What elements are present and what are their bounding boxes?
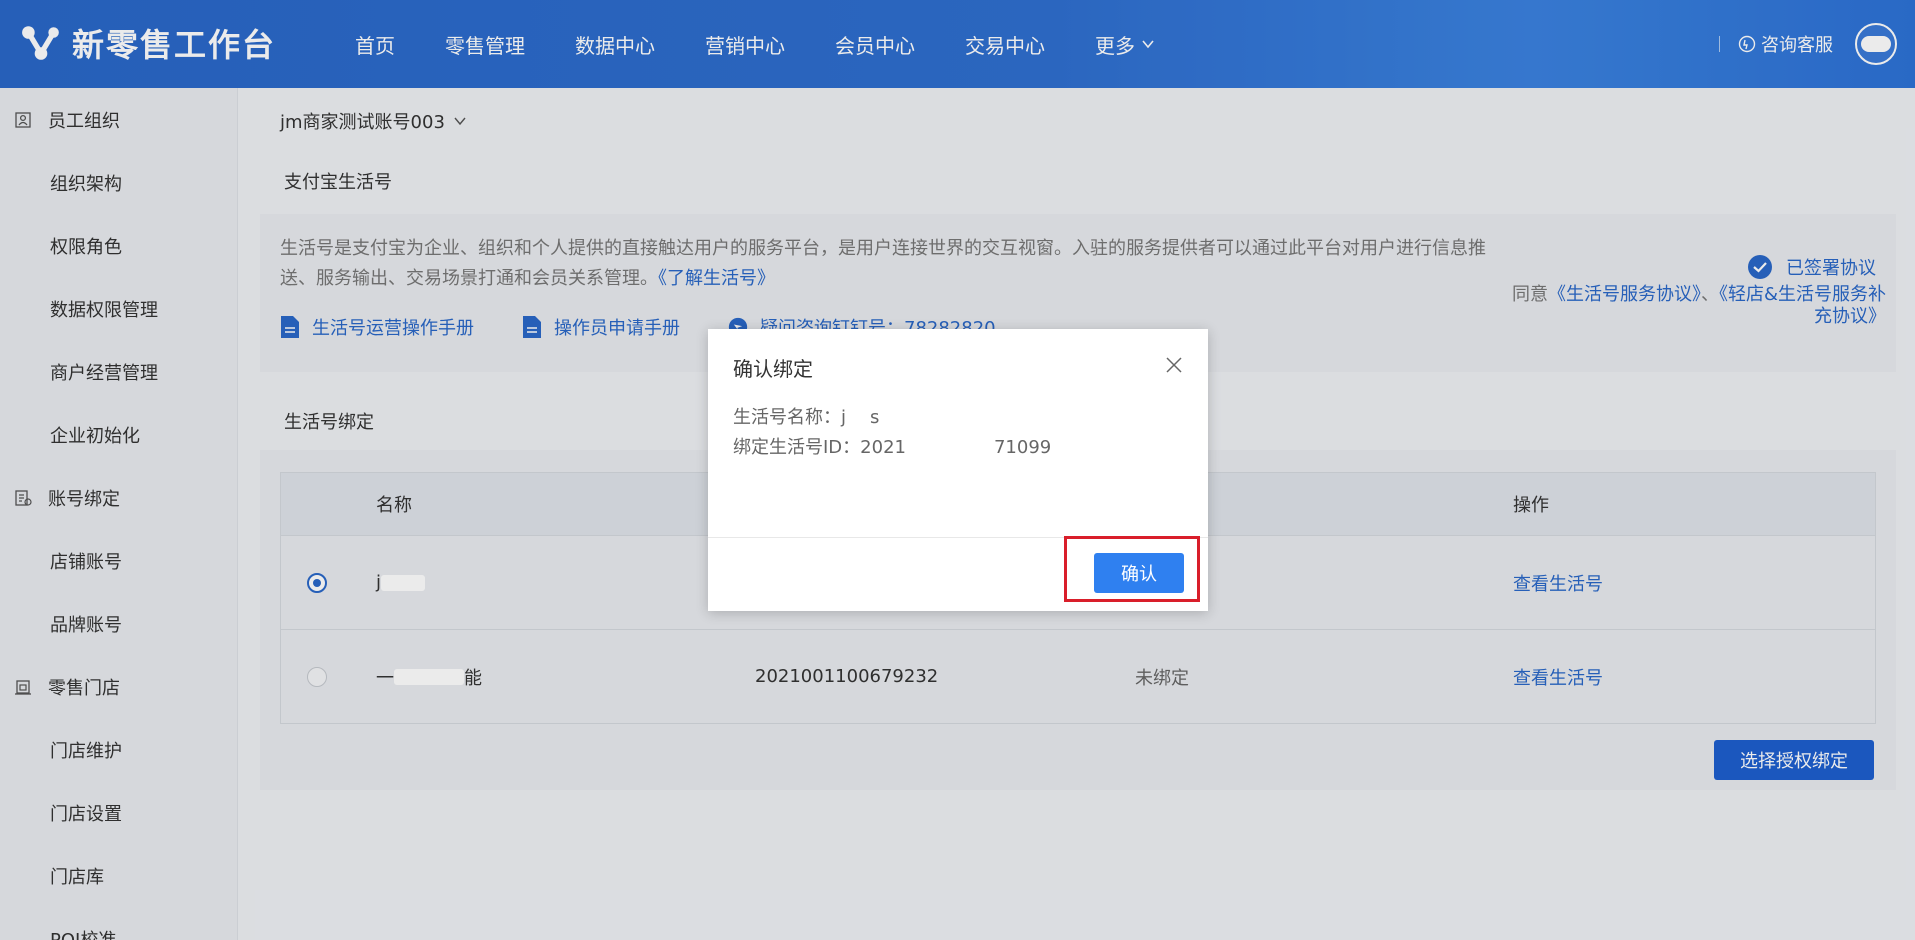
redacted-block [846,413,871,423]
id-value-head: 2021 [860,437,906,458]
name-tail: s [870,407,880,428]
dialog-body: 生活号名称：j s 绑定生活号ID：2021 71099 [733,403,1051,463]
redacted-block [905,442,994,454]
account-id-line: 绑定生活号ID：2021 71099 [733,433,1051,463]
close-icon[interactable] [1164,355,1184,375]
id-label: 绑定生活号ID： [733,437,861,458]
confirm-bind-dialog: 确认绑定 生活号名称：j s 绑定生活号ID：2021 71099 确认 [708,329,1208,611]
account-name-line: 生活号名称：j s [733,403,1051,433]
dialog-title: 确认绑定 [733,357,813,381]
name-label: 生活号名称： [733,407,841,428]
confirm-button[interactable]: 确认 [1094,553,1184,593]
id-value-tail: 71099 [993,437,1052,458]
